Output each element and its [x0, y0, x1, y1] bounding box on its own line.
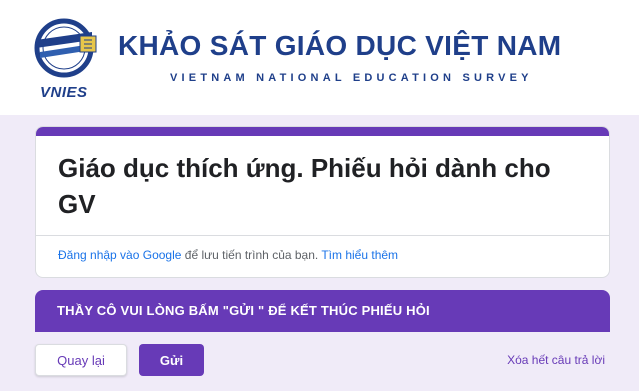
accent-bar — [36, 127, 609, 136]
learn-more-link[interactable]: Tìm hiểu thêm — [321, 248, 398, 262]
banner-subtitle: VIETNAM NATIONAL EDUCATION SURVEY — [170, 72, 533, 84]
section-header: THẦY CÔ VUI LÒNG BẤM "GỬI " ĐỂ KẾT THÚC … — [35, 290, 610, 332]
back-button[interactable]: Quay lại — [35, 344, 127, 376]
form-title-card: Giáo dục thích ứng. Phiếu hỏi dành cho G… — [35, 126, 610, 278]
divider — [36, 235, 609, 236]
form-title: Giáo dục thích ứng. Phiếu hỏi dành cho G… — [58, 153, 551, 219]
logo-label: VNIES — [40, 84, 88, 101]
vnies-emblem-icon — [34, 18, 97, 78]
signin-text: để lưu tiến trình của bạn. — [181, 248, 322, 262]
signin-notice: Đăng nhập vào Google để lưu tiến trình c… — [58, 248, 398, 262]
signin-link[interactable]: Đăng nhập vào Google — [58, 248, 181, 262]
header-banner: VNIES KHẢO SÁT GIÁO DỤC VIỆT NAM VIETNAM… — [0, 0, 639, 115]
clear-form-link[interactable]: Xóa hết câu trả lời — [507, 353, 605, 367]
banner-title: KHẢO SÁT GIÁO DỤC VIỆT NAM — [118, 30, 562, 61]
submit-button[interactable]: Gửi — [139, 344, 204, 376]
